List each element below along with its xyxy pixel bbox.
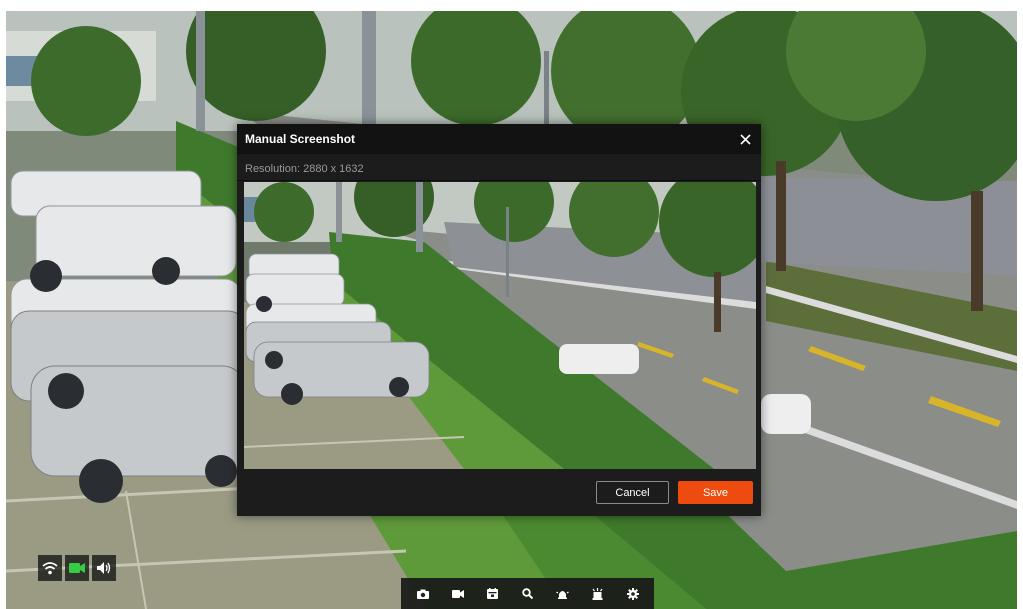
dialog-footer: Cancel Save — [237, 470, 761, 516]
dialog-header: Manual Screenshot — [237, 124, 761, 154]
dialog-title: Manual Screenshot — [245, 132, 356, 146]
playback-calendar-icon[interactable] — [480, 581, 506, 607]
alarm-siren-icon[interactable] — [550, 581, 576, 607]
divider — [237, 180, 761, 181]
record-camera-icon — [65, 555, 89, 581]
settings-gear-icon[interactable] — [620, 581, 646, 607]
speaker-icon — [92, 555, 116, 581]
save-button[interactable]: Save — [678, 481, 753, 504]
zoom-icon[interactable] — [515, 581, 541, 607]
wifi-icon — [38, 555, 62, 581]
light-icon[interactable] — [585, 581, 611, 607]
close-icon[interactable] — [735, 129, 755, 149]
screenshot-camera-icon[interactable] — [410, 581, 436, 607]
manual-screenshot-dialog: Manual Screenshot Resolution: 2880 x 163… — [237, 124, 761, 516]
live-view-screen: Manual Screenshot Resolution: 2880 x 163… — [0, 0, 1023, 609]
record-video-icon[interactable] — [445, 581, 471, 607]
bottom-toolbar — [401, 578, 654, 609]
resolution-label: Resolution: 2880 x 1632 — [245, 163, 364, 175]
screenshot-preview — [244, 182, 756, 469]
screenshot-preview-image — [244, 182, 756, 469]
cancel-button[interactable]: Cancel — [596, 481, 669, 504]
status-indicators — [38, 555, 116, 583]
